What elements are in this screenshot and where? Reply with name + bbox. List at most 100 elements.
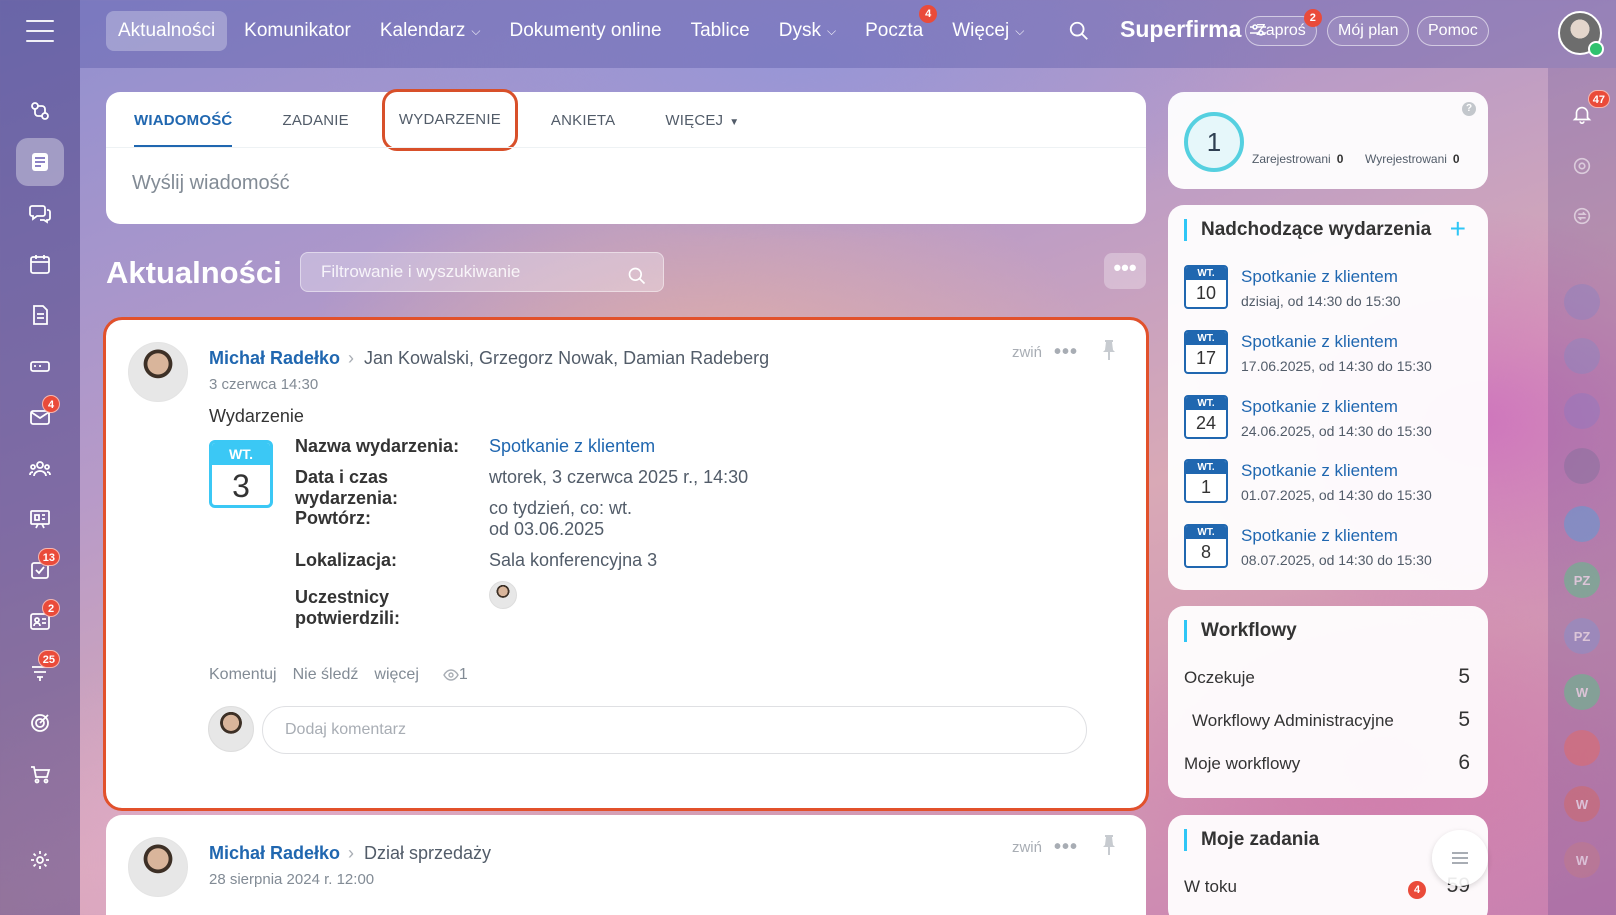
sidebar-chat-icon[interactable]: [16, 189, 64, 237]
initials-label: W: [1575, 796, 1589, 812]
nav-komunikator[interactable]: Komunikator: [232, 11, 363, 51]
event-title-link[interactable]: Spotkanie z klientem: [1241, 526, 1398, 546]
upcoming-event-item[interactable]: WT. 1 Spotkanie z klientem 01.07.2025, od…: [1184, 457, 1474, 509]
my-plan-button[interactable]: Mój plan: [1327, 16, 1410, 46]
filter-search-input[interactable]: Filtrowanie i wyszukiwanie: [300, 252, 664, 292]
sidebar-feed-icon[interactable]: [16, 138, 64, 186]
bell-icon[interactable]: 47: [1564, 90, 1610, 132]
contact-initials[interactable]: W: [1564, 674, 1600, 710]
sidebar-settings-icon[interactable]: [16, 836, 64, 884]
chevron-right-icon: ›: [348, 843, 354, 863]
add-event-button[interactable]: +: [1450, 215, 1466, 243]
feed-more-button[interactable]: •••: [1104, 253, 1146, 289]
comment-input[interactable]: Dodaj komentarz: [262, 706, 1087, 754]
sidebar-goals-icon[interactable]: [16, 699, 64, 747]
contact-initials[interactable]: W: [1564, 786, 1600, 822]
widget-title: Workflowy: [1184, 620, 1297, 642]
upcoming-event-item[interactable]: WT. 10 Spotkanie z klientem dzisiaj, od 1…: [1184, 263, 1474, 315]
nav-poczta[interactable]: Poczta 4: [853, 5, 938, 51]
nav-dokumenty[interactable]: Dokumenty online: [498, 11, 674, 51]
tab-ankieta[interactable]: Ankieta: [551, 92, 615, 147]
video-call-icon[interactable]: [1564, 730, 1600, 766]
tasks-in-progress-row[interactable]: W toku 59: [1184, 874, 1470, 897]
nav-aktualnosci[interactable]: Aktualności: [106, 11, 228, 51]
sidebar-employees-icon[interactable]: [16, 444, 64, 492]
collapse-link[interactable]: zwiń: [1012, 839, 1042, 856]
target-icon[interactable]: [1564, 148, 1600, 184]
message-input[interactable]: Wyślij wiadomość: [132, 172, 290, 195]
nav-kalendarz[interactable]: Kalendarz ⌵: [368, 11, 493, 51]
workflow-label: Oczekuje: [1184, 668, 1255, 687]
pin-icon[interactable]: [1102, 340, 1116, 365]
help-icon[interactable]: ?: [1462, 102, 1476, 116]
sidebar-shop-icon[interactable]: [16, 750, 64, 798]
comment-link[interactable]: Komentuj: [209, 666, 277, 684]
chat-icon[interactable]: [1564, 506, 1600, 542]
sidebar-automation-icon[interactable]: 25: [16, 648, 64, 696]
event-repeat-label: Powtórz:: [295, 508, 371, 528]
tab-wiecej[interactable]: Więcej ▼: [665, 92, 739, 147]
contact-avatar-icon[interactable]: [1564, 284, 1600, 320]
contact-avatar-icon[interactable]: [1564, 448, 1600, 484]
upcoming-event-item[interactable]: WT. 24 Spotkanie z klientem 24.06.2025, o…: [1184, 393, 1474, 445]
sidebar-board-icon[interactable]: [16, 495, 64, 543]
nav-tablice[interactable]: Tablice: [679, 11, 762, 51]
upcoming-event-item[interactable]: WT. 17 Spotkanie z klientem 17.06.2025, o…: [1184, 328, 1474, 380]
post-recipients[interactable]: › Jan Kowalski, Grzegorz Nowak, Damian Ra…: [338, 348, 769, 369]
post-author[interactable]: Michał Radełko: [209, 348, 340, 369]
user-avatar[interactable]: [1558, 11, 1604, 57]
calendar-day: WT.: [1186, 526, 1226, 539]
sidebar-drive-icon[interactable]: [16, 342, 64, 390]
upcoming-event-item[interactable]: WT. 8 Spotkanie z klientem 08.07.2025, od…: [1184, 522, 1474, 574]
workflows-widget: Workflowy Oczekuje 5 Workflowy Administra…: [1168, 606, 1488, 798]
workflow-row-mine[interactable]: Moje workflowy 6: [1184, 751, 1470, 774]
post-author[interactable]: Michał Radełko: [209, 843, 340, 864]
tab-zadanie[interactable]: Zadanie: [282, 92, 348, 147]
participant-avatar[interactable]: [489, 581, 517, 609]
collapse-link[interactable]: zwiń: [1012, 344, 1042, 361]
sync-icon[interactable]: [1564, 198, 1600, 234]
unfollow-link[interactable]: Nie śledź: [293, 666, 359, 684]
initials-label: W: [1575, 852, 1589, 868]
sidebar-calendar-icon[interactable]: [16, 240, 64, 288]
contact-initials[interactable]: W: [1564, 842, 1600, 878]
contact-initials[interactable]: PZ: [1564, 562, 1600, 598]
post-date[interactable]: 3 czerwca 14:30: [209, 376, 318, 393]
pin-icon[interactable]: [1102, 835, 1116, 860]
hamburger-menu-icon[interactable]: [26, 20, 54, 42]
quick-menu-icon[interactable]: [1432, 830, 1488, 886]
post-date[interactable]: 28 sierpnia 2024 r. 12:00: [209, 871, 374, 888]
event-title-link[interactable]: Spotkanie z klientem: [1241, 332, 1398, 352]
workflow-row-pending[interactable]: Oczekuje 5: [1184, 665, 1470, 688]
post-recipients[interactable]: › Dział sprzedaży: [338, 843, 491, 864]
nav-wiecej[interactable]: Więcej ⌵: [940, 11, 1036, 51]
search-icon[interactable]: [1068, 20, 1090, 47]
author-avatar[interactable]: [128, 342, 188, 402]
sidebar-crm-icon[interactable]: 2: [16, 597, 64, 645]
views-counter[interactable]: 1: [443, 666, 468, 684]
invite-button[interactable]: Zaproś 2: [1245, 9, 1322, 46]
help-button[interactable]: Pomoc: [1417, 16, 1489, 46]
sidebar-tasks-icon[interactable]: 13: [16, 546, 64, 594]
contact-initials[interactable]: PZ: [1564, 618, 1600, 654]
post-menu-button[interactable]: •••: [1054, 836, 1078, 859]
nav-dysk[interactable]: Dysk ⌵: [767, 11, 848, 51]
tab-wydarzenie[interactable]: Wydarzenie: [381, 88, 518, 151]
event-title-link[interactable]: Spotkanie z klientem: [1241, 397, 1398, 417]
tab-wiadomosc[interactable]: Wiadomość: [134, 92, 233, 147]
sidebar-collab-icon[interactable]: [16, 87, 64, 135]
search-icon[interactable]: [627, 262, 647, 300]
more-link[interactable]: więcej: [374, 666, 418, 684]
event-title-link[interactable]: Spotkanie z klientem: [1241, 461, 1398, 481]
author-avatar[interactable]: [128, 837, 188, 897]
event-name-link[interactable]: Spotkanie z klientem: [489, 436, 889, 457]
sidebar-documents-icon[interactable]: [16, 291, 64, 339]
sidebar-mail-icon[interactable]: 4: [16, 393, 64, 441]
workflow-row-admin[interactable]: Workflowy Administracyjne 5: [1192, 708, 1470, 731]
contact-avatar-icon[interactable]: [1564, 393, 1600, 429]
event-title-link[interactable]: Spotkanie z klientem: [1241, 267, 1398, 287]
post-menu-button[interactable]: •••: [1054, 341, 1078, 364]
calendar-icon: WT. 1: [1184, 459, 1228, 503]
group-icon[interactable]: [1564, 338, 1600, 374]
event-name-label: Nazwa wydarzenia:: [295, 436, 460, 456]
